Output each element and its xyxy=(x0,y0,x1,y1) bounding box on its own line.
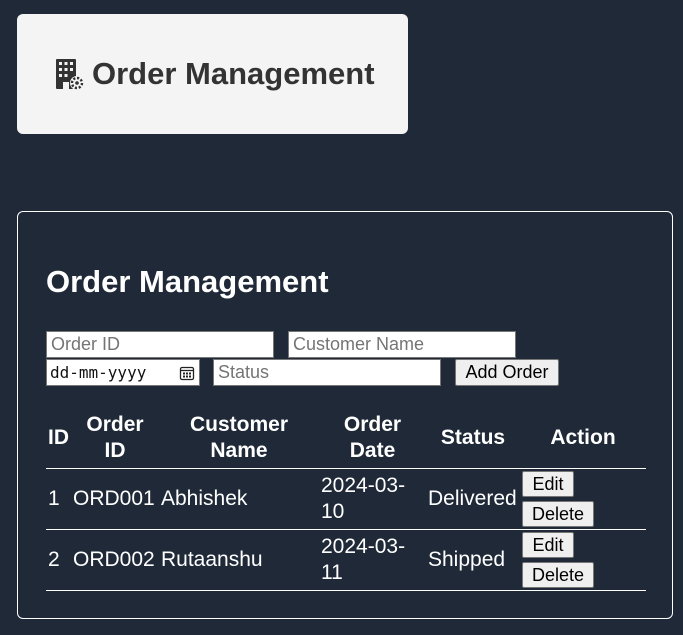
cell-order-date: 2024-03-10 xyxy=(319,468,426,530)
status-input[interactable] xyxy=(213,359,441,386)
order-management-panel: Order Management dd-mm-yyyy Add Order ID xyxy=(17,211,673,619)
column-header-customer-name: Customer Name xyxy=(159,408,319,469)
cell-customer-name: Rutaanshu xyxy=(159,529,319,591)
calendar-icon[interactable] xyxy=(179,365,195,381)
edit-button[interactable]: Edit xyxy=(522,471,574,497)
header-card: Order Management xyxy=(17,14,408,134)
customer-name-input[interactable] xyxy=(288,331,516,358)
column-header-order-date: Order Date xyxy=(319,408,426,469)
cell-actions: Edit Delete xyxy=(520,529,646,591)
order-id-input[interactable] xyxy=(46,331,274,358)
column-header-order-id: Order ID xyxy=(71,408,159,469)
delete-button[interactable]: Delete xyxy=(522,501,594,527)
table-row: 1 ORD001 Abhishek 2024-03-10 Delivered E… xyxy=(46,468,646,530)
panel-title: Order Management xyxy=(46,264,329,299)
order-date-input[interactable]: dd-mm-yyyy xyxy=(46,359,200,386)
cell-order-id: ORD001 xyxy=(71,468,159,530)
header-title: Order Management xyxy=(92,56,375,91)
cell-order-date: 2024-03-11 xyxy=(319,529,426,591)
delete-button[interactable]: Delete xyxy=(522,562,594,588)
building-gear-icon xyxy=(54,57,84,91)
orders-table: ID Order ID Customer Name Order Date Sta… xyxy=(46,408,646,591)
cell-status: Shipped xyxy=(426,529,520,591)
cell-status: Delivered xyxy=(426,468,520,530)
cell-order-id: ORD002 xyxy=(71,529,159,591)
column-header-id: ID xyxy=(46,408,71,469)
cell-customer-name: Abhishek xyxy=(159,468,319,530)
column-header-status: Status xyxy=(426,408,520,469)
cell-id: 1 xyxy=(46,468,71,530)
cell-actions: Edit Delete xyxy=(520,468,646,530)
table-header-row: ID Order ID Customer Name Order Date Sta… xyxy=(46,408,646,469)
date-placeholder: dd-mm-yyyy xyxy=(50,363,147,382)
table-row: 2 ORD002 Rutaanshu 2024-03-11 Shipped Ed… xyxy=(46,529,646,591)
cell-id: 2 xyxy=(46,529,71,591)
edit-button[interactable]: Edit xyxy=(522,532,574,558)
add-order-button[interactable]: Add Order xyxy=(455,359,559,386)
column-header-action: Action xyxy=(520,408,646,469)
